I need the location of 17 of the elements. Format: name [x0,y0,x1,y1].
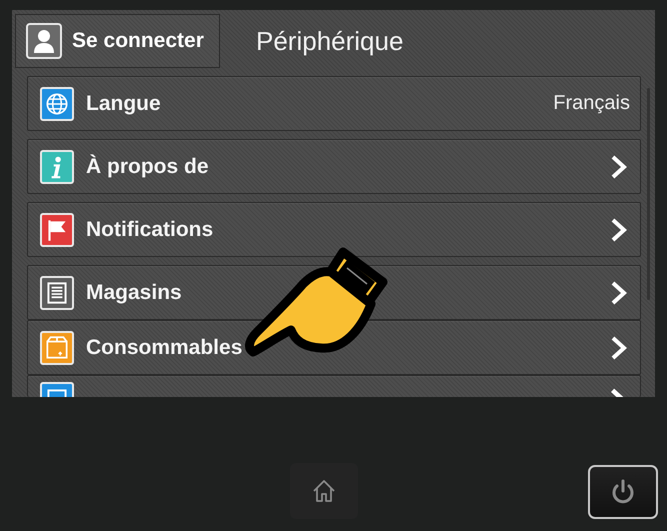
item-value: Français [553,92,630,115]
power-button[interactable] [588,465,658,519]
user-icon [26,23,62,59]
menu-item[interactable]: Notifications [27,202,641,257]
home-button[interactable] [290,463,358,519]
menu-item[interactable]: Langue Français [27,76,641,131]
item-label: Consommables [86,336,244,360]
item-label: À propos de [86,154,210,178]
screen-title: Périphérique [256,26,404,56]
item-label: Magasins [86,280,183,304]
home-icon [311,478,337,504]
menu-item[interactable]: Consommables [27,320,641,375]
item-label: Notifications [86,218,214,242]
sign-in-button[interactable]: Se connecter [15,14,220,68]
menu-item[interactable] [27,375,641,397]
menu-item[interactable]: À propos de [27,139,641,194]
item-label: Langue [86,92,162,116]
